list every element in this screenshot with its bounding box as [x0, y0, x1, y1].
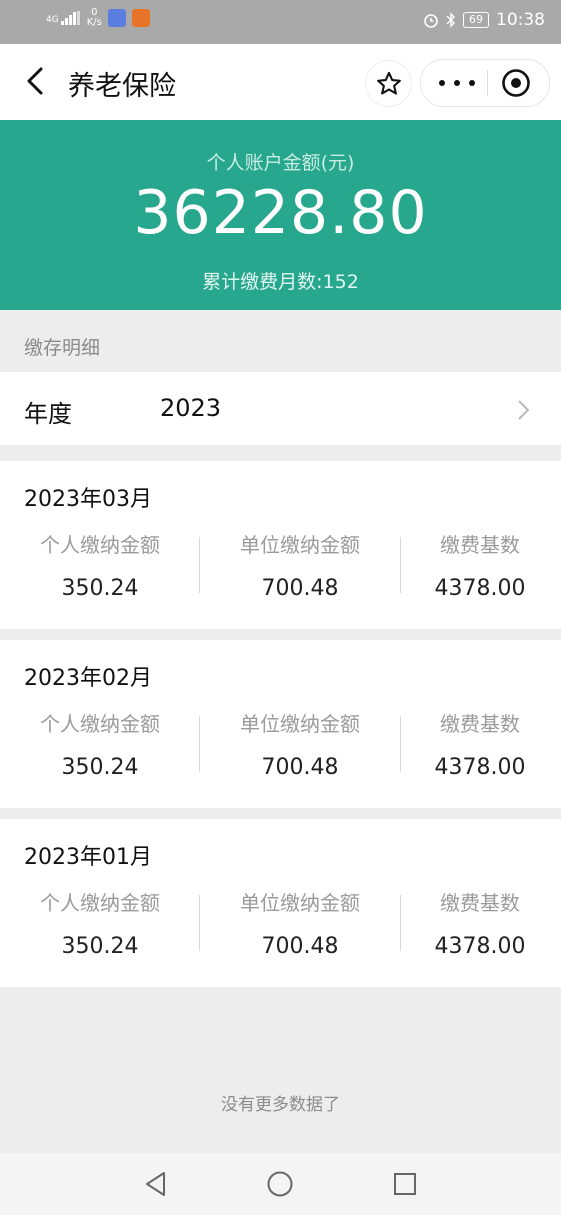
personal-header: 个人缴纳金额: [40, 891, 160, 915]
record-card: 2023年02月 个人缴纳金额 350.24 单位缴纳金额 700.48 缴费基…: [0, 640, 561, 808]
personal-value: 350.24: [61, 755, 139, 780]
base-value: 4378.00: [434, 934, 526, 959]
net-speed: 0 K/s: [87, 8, 102, 28]
base-value: 4378.00: [434, 576, 526, 601]
employer-column: 单位缴纳金额 700.48: [200, 887, 400, 959]
employer-header: 单位缴纳金额: [240, 712, 360, 736]
star-icon: [376, 71, 401, 94]
personal-header: 个人缴纳金额: [40, 533, 160, 557]
favorite-button[interactable]: [365, 60, 412, 107]
employer-value: 700.48: [261, 576, 339, 601]
personal-value: 350.24: [61, 934, 139, 959]
employer-header: 单位缴纳金额: [240, 533, 360, 557]
base-header: 缴费基数: [440, 533, 520, 557]
personal-value: 350.24: [61, 576, 139, 601]
back-arrow-icon[interactable]: [22, 66, 52, 96]
account-amount-label: 个人账户金额(元): [206, 152, 355, 174]
status-right: 69 10:38: [423, 10, 545, 30]
base-header: 缴费基数: [440, 891, 520, 915]
bluetooth-icon: [446, 12, 455, 28]
top-navbar: 养老保险: [0, 44, 561, 120]
app-badge-icon: [107, 9, 126, 27]
personal-column: 个人缴纳金额 350.24: [0, 708, 200, 780]
chevron-right-icon: [518, 400, 530, 420]
personal-header: 个人缴纳金额: [40, 712, 160, 736]
paid-months: 累计缴费月数:152: [202, 271, 359, 293]
network-type: 4G: [46, 15, 59, 25]
net-speed-unit: K/s: [86, 17, 102, 28]
system-nav-bar: [0, 1153, 561, 1215]
base-header: 缴费基数: [440, 712, 520, 736]
employer-value: 700.48: [261, 934, 339, 959]
page-title: 养老保险: [68, 71, 176, 102]
employer-value: 700.48: [261, 755, 339, 780]
signal-group: 4G: [46, 11, 81, 25]
app-badge-icon: [131, 9, 150, 27]
target-icon[interactable]: [501, 68, 531, 98]
status-bar: 4G 0 K/s 69 10:38: [0, 0, 561, 44]
no-more-data-text: 没有更多数据了: [221, 1095, 340, 1115]
personal-column: 个人缴纳金额 350.24: [0, 887, 200, 959]
employer-column: 单位缴纳金额 700.48: [200, 708, 400, 780]
record-card: 2023年01月 个人缴纳金额 350.24 单位缴纳金额 700.48 缴费基…: [0, 819, 561, 987]
account-summary: 个人账户金额(元) 36228.80 累计缴费月数:152: [0, 120, 561, 310]
record-month: 2023年03月: [24, 487, 152, 512]
more-dots-icon[interactable]: [439, 70, 475, 96]
back-triangle-icon[interactable]: [141, 1169, 171, 1199]
base-column: 缴费基数 4378.00: [380, 529, 561, 601]
clock: 10:38: [496, 10, 545, 30]
recents-square-icon[interactable]: [390, 1169, 420, 1199]
alarm-icon: [424, 14, 438, 28]
year-selector[interactable]: 年度 2023: [0, 372, 561, 445]
battery-icon: 69: [463, 12, 489, 28]
record-month: 2023年02月: [24, 666, 152, 691]
year-value: 2023: [160, 394, 222, 422]
section-title: 缴存明细: [24, 337, 101, 359]
status-left: 4G 0 K/s: [46, 8, 150, 28]
year-label: 年度: [24, 400, 72, 428]
record-card: 2023年03月 个人缴纳金额 350.24 单位缴纳金额 700.48 缴费基…: [0, 461, 561, 629]
base-column: 缴费基数 4378.00: [380, 708, 561, 780]
base-column: 缴费基数 4378.00: [380, 887, 561, 959]
account-amount: 36228.80: [133, 178, 428, 248]
personal-column: 个人缴纳金额 350.24: [0, 529, 200, 601]
base-value: 4378.00: [434, 755, 526, 780]
employer-column: 单位缴纳金额 700.48: [200, 529, 400, 601]
home-circle-icon[interactable]: [265, 1169, 295, 1199]
signal-icon: [60, 11, 80, 25]
record-month: 2023年01月: [24, 845, 152, 870]
mini-program-capsule: [420, 59, 550, 107]
capsule-divider: [487, 70, 488, 96]
employer-header: 单位缴纳金额: [240, 891, 360, 915]
